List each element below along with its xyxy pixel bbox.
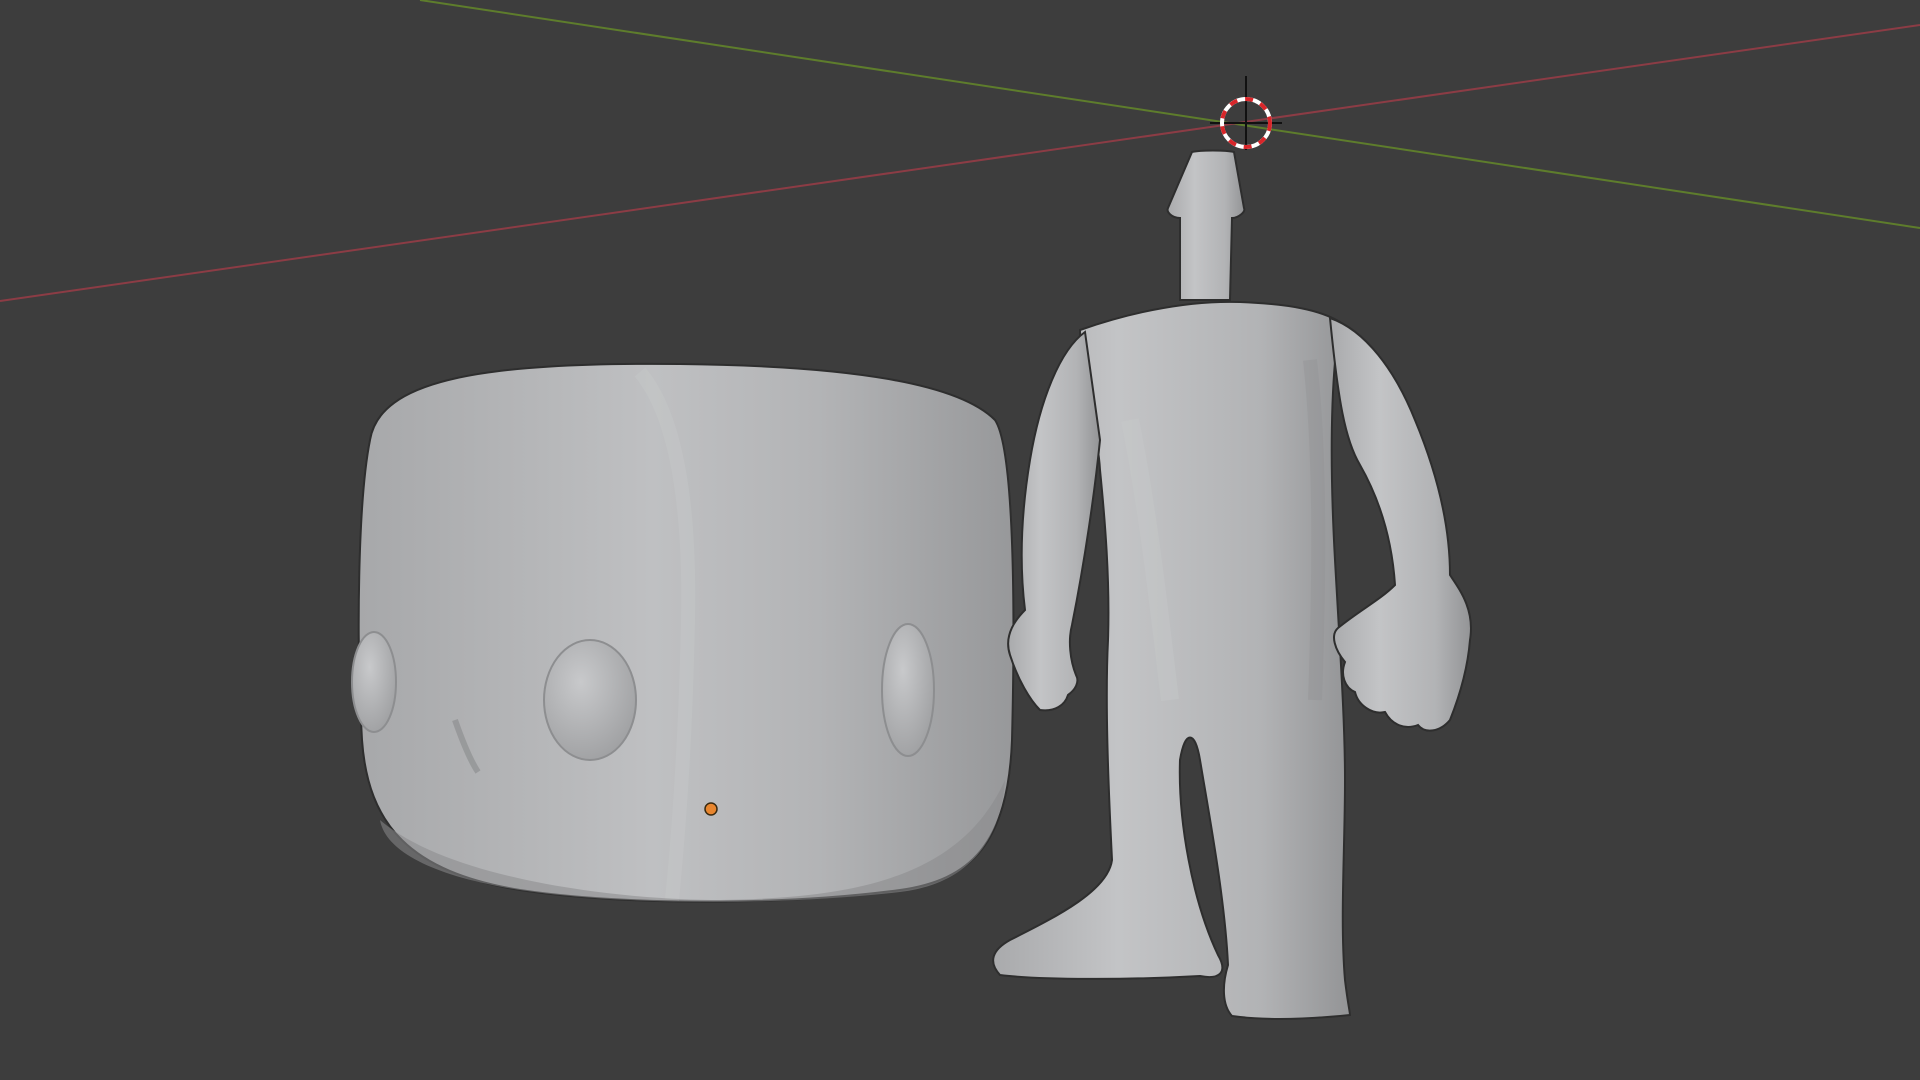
3d-cursor-icon[interactable] bbox=[1210, 76, 1282, 150]
3d-viewport[interactable] bbox=[0, 0, 1920, 1080]
head-left-eye-bump bbox=[543, 639, 637, 761]
head-side-ear-right bbox=[881, 623, 935, 757]
viewport-canvas[interactable] bbox=[0, 0, 1920, 1080]
x-axis-line bbox=[0, 24, 1920, 302]
head-mesh[interactable] bbox=[351, 362, 1015, 903]
y-axis-line bbox=[419, 0, 1920, 229]
body-mesh[interactable] bbox=[992, 149, 1472, 1020]
head-side-ear-left bbox=[351, 631, 397, 733]
origin-point-icon bbox=[704, 802, 718, 816]
